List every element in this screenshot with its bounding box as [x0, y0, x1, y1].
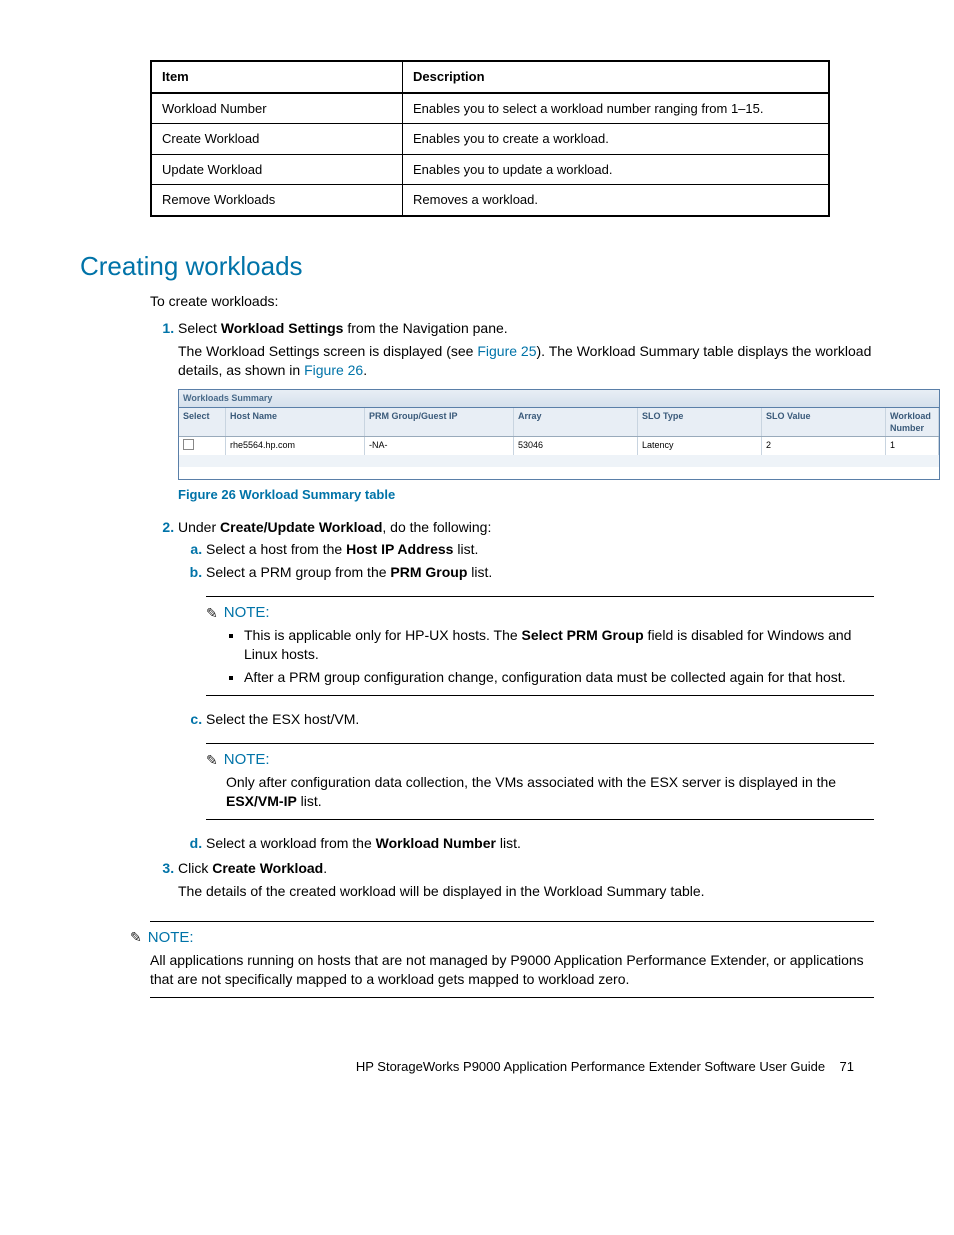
summary-row: rhe5564.hp.com -NA- 53046 Latency 2 1: [179, 437, 939, 455]
row-checkbox[interactable]: [183, 439, 194, 450]
workloads-summary-figure: Workloads Summary Select Host Name PRM G…: [178, 389, 874, 480]
note-block: ✎NOTE: Only after configuration data col…: [206, 743, 874, 820]
step-3: Click Create Workload. The details of th…: [178, 859, 874, 901]
note-block: ✎NOTE: This is applicable only for HP-UX…: [206, 596, 874, 696]
step-2: Under Create/Update Workload, do the fol…: [178, 518, 874, 853]
summary-title: Workloads Summary: [179, 390, 939, 407]
step-2c: Select the ESX host/VM. ✎NOTE: Only afte…: [206, 710, 874, 820]
summary-header: Select Host Name PRM Group/Guest IP Arra…: [179, 408, 939, 437]
figure-25-link[interactable]: Figure 25: [477, 343, 536, 359]
figure-26-link[interactable]: Figure 26: [304, 362, 363, 378]
step-1: Select Workload Settings from the Naviga…: [178, 319, 874, 504]
summary-row-empty: [179, 467, 939, 479]
note-icon: ✎: [206, 751, 218, 770]
th-desc: Description: [403, 61, 830, 93]
note-icon: ✎: [130, 928, 142, 947]
th-item: Item: [151, 61, 403, 93]
section-heading: Creating workloads: [80, 249, 874, 284]
step-2d: Select a workload from the Workload Numb…: [206, 834, 874, 853]
main-steps: Select Workload Settings from the Naviga…: [150, 319, 874, 901]
summary-row-empty: [179, 455, 939, 467]
figure-caption: Figure 26 Workload Summary table: [178, 486, 874, 504]
step-2b: Select a PRM group from the PRM Group li…: [206, 563, 874, 696]
step-2a: Select a host from the Host IP Address l…: [206, 540, 874, 559]
table-row: Create Workload Enables you to create a …: [151, 124, 829, 155]
intro-text: To create workloads:: [150, 292, 874, 311]
table-row: Update Workload Enables you to update a …: [151, 154, 829, 185]
page-footer: HP StorageWorks P9000 Application Perfor…: [80, 1058, 874, 1076]
note-block: ✎NOTE: All applications running on hosts…: [150, 921, 874, 998]
table-row: Workload Number Enables you to select a …: [151, 93, 829, 124]
definition-table: Item Description Workload Number Enables…: [150, 60, 830, 217]
table-row: Remove Workloads Removes a workload.: [151, 185, 829, 216]
note-icon: ✎: [206, 604, 218, 623]
